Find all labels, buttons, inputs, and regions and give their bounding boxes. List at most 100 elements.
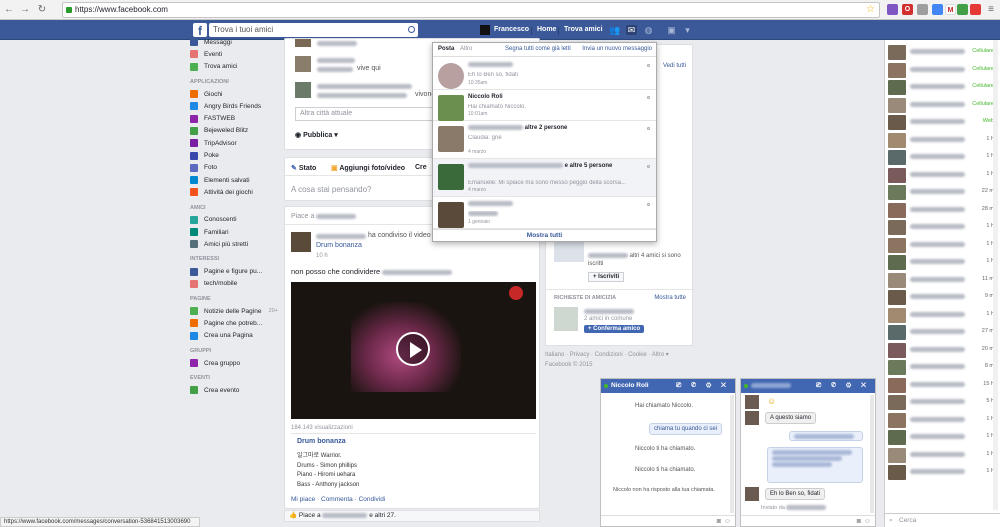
sidebar-item[interactable]: Crea evento xyxy=(190,384,278,396)
chat-contact[interactable]: 1 h xyxy=(888,307,998,323)
extension-icon[interactable] xyxy=(970,4,981,15)
search-input[interactable]: Trova i tuoi amici xyxy=(209,23,418,37)
notifications-globe-icon[interactable]: ◍ xyxy=(643,25,654,35)
mark-all-read-link[interactable]: Segna tutti come già letti xyxy=(505,43,571,56)
chat-controls[interactable]: ⎚ ✆ ⚙ ✕ xyxy=(676,379,730,393)
menu-icon[interactable]: ≡ xyxy=(985,4,997,16)
sidebar-item[interactable]: Foto xyxy=(190,162,278,174)
privacy-icon[interactable]: ▣ xyxy=(666,25,677,35)
chat-contact[interactable]: 20 m xyxy=(888,342,998,358)
chat-contact[interactable]: 1 h xyxy=(888,167,998,183)
chat-contact[interactable]: 22 m xyxy=(888,184,998,200)
smiley-icon[interactable]: ☺ xyxy=(724,518,731,525)
sidebar-item[interactable]: TripAdvisor xyxy=(190,137,278,149)
sidebar-item[interactable]: Crea una Pagina xyxy=(190,330,278,342)
sidebar-item[interactable]: Messaggi xyxy=(190,36,278,48)
tab-create[interactable]: Cre xyxy=(415,164,427,171)
tab-inbox[interactable]: Posta xyxy=(438,43,454,56)
sidebar-item[interactable]: Familiari xyxy=(190,226,278,238)
reload-icon[interactable]: ↻ xyxy=(36,4,48,16)
extension-icon[interactable] xyxy=(887,4,898,15)
footer-link[interactable]: Altro xyxy=(652,352,664,358)
scrollbar[interactable] xyxy=(870,395,874,513)
chat-contact[interactable]: 1 h xyxy=(888,447,998,463)
chat-search-input[interactable]: ⌕ Cerca xyxy=(885,513,1000,527)
sidebar-item[interactable]: Angry Birds Friends xyxy=(190,100,278,112)
chevron-down-icon[interactable]: ▾ xyxy=(682,25,693,35)
read-indicator[interactable] xyxy=(647,64,650,67)
post-time[interactable]: 10 h xyxy=(316,253,328,259)
publish-button[interactable]: ◉ Pubblica ▾ xyxy=(295,131,338,139)
author-name[interactable] xyxy=(316,234,366,239)
friend-name[interactable] xyxy=(322,512,368,518)
city-input[interactable]: Altra città attuale xyxy=(295,107,435,121)
scrollbar[interactable] xyxy=(730,395,734,513)
chat-contact[interactable]: 5 h xyxy=(888,394,998,410)
chat-contact[interactable]: 8 m xyxy=(888,359,998,375)
chat-header[interactable]: Niccolo Roli ⎚ ✆ ⚙ ✕ xyxy=(601,379,735,393)
avatar[interactable] xyxy=(291,232,311,252)
chat-contact[interactable]: Web xyxy=(888,114,998,130)
chat-controls[interactable]: ⎚ ✆ ⚙ ✕ xyxy=(816,379,870,393)
new-message-link[interactable]: Invia un nuovo messaggio xyxy=(582,43,652,56)
message-thread[interactable]: e altre 5 persone Emanuele: Mi spiace ma … xyxy=(433,159,656,197)
comment-button[interactable]: Commenta xyxy=(321,496,353,503)
address-bar[interactable]: https://www.facebook.com ☆ xyxy=(62,2,880,18)
confirm-friend-button[interactable]: + Conferma amico xyxy=(584,325,645,333)
translate-icon[interactable] xyxy=(932,4,943,15)
avatar[interactable] xyxy=(554,307,578,331)
messages-icon[interactable]: ✉ xyxy=(626,25,637,35)
sidebar-item[interactable]: FASTWEB xyxy=(190,112,278,124)
chat-contact[interactable]: Cellulare xyxy=(888,79,998,95)
chat-contact[interactable]: 15 h xyxy=(888,377,998,393)
sidebar-item[interactable]: Crea gruppo xyxy=(190,357,278,369)
sidebar-item[interactable]: Pagine e figure pu... xyxy=(190,265,278,277)
chat-contact[interactable]: 1 h xyxy=(888,254,998,270)
play-button[interactable] xyxy=(396,332,430,366)
tab-status[interactable]: ✎ Stato xyxy=(291,164,316,172)
source-link[interactable]: Drum bonanza xyxy=(316,242,362,249)
profile-link[interactable]: Francesco xyxy=(494,24,529,36)
search-icon[interactable] xyxy=(408,26,415,33)
sidebar-item[interactable]: Notizie delle Pagine 20+ xyxy=(190,305,278,317)
back-icon[interactable]: ← xyxy=(3,4,15,16)
avatar[interactable] xyxy=(480,25,490,35)
sidebar-item[interactable]: Bejeweled Blitz xyxy=(190,125,278,137)
composer-input[interactable]: A cosa stai pensando? xyxy=(291,185,372,194)
chat-contact[interactable]: 1 h xyxy=(888,464,998,480)
likes-suffix[interactable]: e altri 27. xyxy=(369,512,396,519)
gmail-icon[interactable]: M xyxy=(945,4,956,15)
chat-contact[interactable]: Cellulare xyxy=(888,44,998,60)
sidebar-item[interactable]: Pagine che potreb... xyxy=(190,317,278,329)
sidebar-item[interactable]: Elementi salvati xyxy=(190,174,278,186)
chat-input[interactable]: ◙ ☺ xyxy=(741,515,875,527)
sidebar-item[interactable]: Attività dei giochi xyxy=(190,186,278,198)
footer-link[interactable]: Privacy xyxy=(570,352,590,358)
chat-contact[interactable]: 27 m xyxy=(888,324,998,340)
video-title-link[interactable]: Drum bonanza xyxy=(297,438,346,445)
sidebar-item[interactable]: Giochi xyxy=(190,88,278,100)
read-indicator[interactable] xyxy=(647,127,650,130)
chat-contact[interactable]: 1 h xyxy=(888,149,998,165)
chat-contact[interactable]: Cellulare xyxy=(888,97,998,113)
chat-contact[interactable]: 9 m xyxy=(888,289,998,305)
friend-requests-icon[interactable]: 👥 xyxy=(609,25,620,35)
read-indicator[interactable] xyxy=(647,96,650,99)
camera-icon[interactable]: ◙ xyxy=(717,518,721,525)
tab-add-photo[interactable]: ▣ Aggiungi foto/video xyxy=(331,164,405,172)
video-player[interactable] xyxy=(291,282,536,419)
requester-name[interactable] xyxy=(584,309,634,314)
message-thread[interactable]: altre 2 persone Claudia: gne 4 marzo xyxy=(433,121,656,159)
like-button[interactable]: Mi piace xyxy=(291,496,315,503)
footer-link[interactable]: Italiano xyxy=(545,352,564,358)
find-friends-link[interactable]: Trova amici xyxy=(564,24,603,36)
chat-contact[interactable]: 1 h xyxy=(888,132,998,148)
chat-header[interactable]: ⎚ ✆ ⚙ ✕ xyxy=(741,379,875,393)
chat-contact[interactable]: 1 h xyxy=(888,412,998,428)
share-button[interactable]: Condividi xyxy=(359,496,386,503)
sidebar-item[interactable]: Amici più stretti xyxy=(190,238,278,250)
smiley-icon[interactable]: ☺ xyxy=(864,518,871,525)
facebook-logo[interactable]: f xyxy=(193,23,207,38)
chat-contact[interactable]: 11 m xyxy=(888,272,998,288)
show-all-requests-link[interactable]: Mostra tutte xyxy=(654,295,686,301)
